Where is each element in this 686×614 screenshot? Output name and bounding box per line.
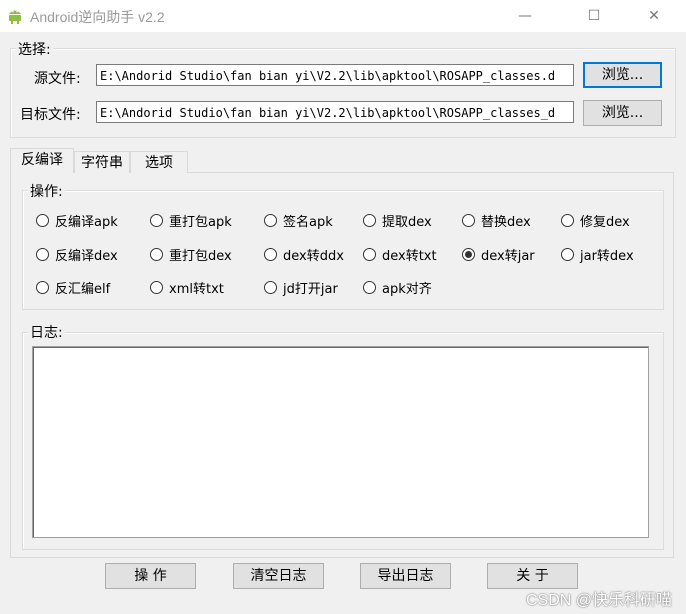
source-file-label: 源文件: <box>34 71 81 87</box>
clear-log-button[interactable]: 清空日志 <box>233 563 324 589</box>
radio-button[interactable] <box>561 247 574 261</box>
close-button[interactable]: ✕ <box>631 0 677 32</box>
target-file-label: 目标文件: <box>20 107 81 123</box>
radio-extract-dex[interactable]: 提取dex <box>363 210 432 230</box>
tab-strings[interactable]: 字符串 <box>74 151 130 173</box>
radio-button[interactable] <box>462 213 475 227</box>
radio-button[interactable] <box>363 247 376 261</box>
radio-button[interactable] <box>150 247 163 261</box>
radio-replace-dex[interactable]: 替换dex <box>462 210 531 230</box>
radio-button[interactable] <box>36 280 49 294</box>
browse-source-button[interactable]: 浏览... <box>583 62 662 88</box>
maximize-button[interactable]: ☐ <box>571 0 617 32</box>
radio-button[interactable] <box>264 280 277 294</box>
radio-jar-to-dex[interactable]: jar转dex <box>561 244 634 264</box>
radio-repair-dex[interactable]: 修复dex <box>561 210 630 230</box>
radio-button[interactable] <box>150 213 163 227</box>
export-log-button[interactable]: 导出日志 <box>360 563 451 589</box>
radio-button[interactable] <box>36 247 49 261</box>
log-textarea[interactable] <box>32 346 649 538</box>
window-title: Android逆向助手 v2.2 <box>30 9 165 25</box>
radio-repack-apk[interactable]: 重打包apk <box>150 210 232 230</box>
radio-button[interactable] <box>264 213 277 227</box>
radio-button[interactable] <box>36 213 49 227</box>
tab-options[interactable]: 选项 <box>130 151 188 173</box>
radio-button[interactable] <box>561 213 574 227</box>
radio-apk-align[interactable]: apk对齐 <box>363 277 432 297</box>
radio-button[interactable] <box>363 213 376 227</box>
radio-button[interactable] <box>363 280 376 294</box>
select-group <box>10 48 676 138</box>
radio-button[interactable] <box>264 247 277 261</box>
watermark-text: CSDN @快乐科研喵 <box>525 592 672 609</box>
log-group-label: 日志: <box>28 322 65 342</box>
radio-dex-to-txt[interactable]: dex转txt <box>363 244 437 264</box>
minimize-button[interactable]: — <box>502 0 548 32</box>
radio-jd-open-jar[interactable]: jd打开jar <box>264 277 338 297</box>
radio-disassemble-elf[interactable]: 反汇编elf <box>36 277 110 297</box>
radio-dex-to-ddx[interactable]: dex转ddx <box>264 244 344 264</box>
radio-dex-to-jar[interactable]: dex转jar <box>462 244 535 264</box>
select-group-label: 选择: <box>16 39 53 59</box>
operate-button[interactable]: 操 作 <box>105 563 196 589</box>
tab-decompile[interactable]: 反编译 <box>10 148 74 173</box>
radio-decompile-apk[interactable]: 反编译apk <box>36 210 118 230</box>
radio-xml-to-txt[interactable]: xml转txt <box>150 277 224 297</box>
target-file-input[interactable]: E:\Andorid Studio\fan bian yi\V2.2\lib\a… <box>96 101 574 123</box>
radio-button[interactable] <box>150 280 163 294</box>
operation-group-label: 操作: <box>28 181 65 201</box>
radio-repack-dex[interactable]: 重打包dex <box>150 244 232 264</box>
android-icon <box>9 10 21 24</box>
source-file-input[interactable]: E:\Andorid Studio\fan bian yi\V2.2\lib\a… <box>96 64 574 86</box>
radio-sign-apk[interactable]: 签名apk <box>264 210 333 230</box>
browse-target-button[interactable]: 浏览... <box>583 100 662 126</box>
radio-button-selected[interactable] <box>462 247 475 261</box>
radio-decompile-dex[interactable]: 反编译dex <box>36 244 118 264</box>
